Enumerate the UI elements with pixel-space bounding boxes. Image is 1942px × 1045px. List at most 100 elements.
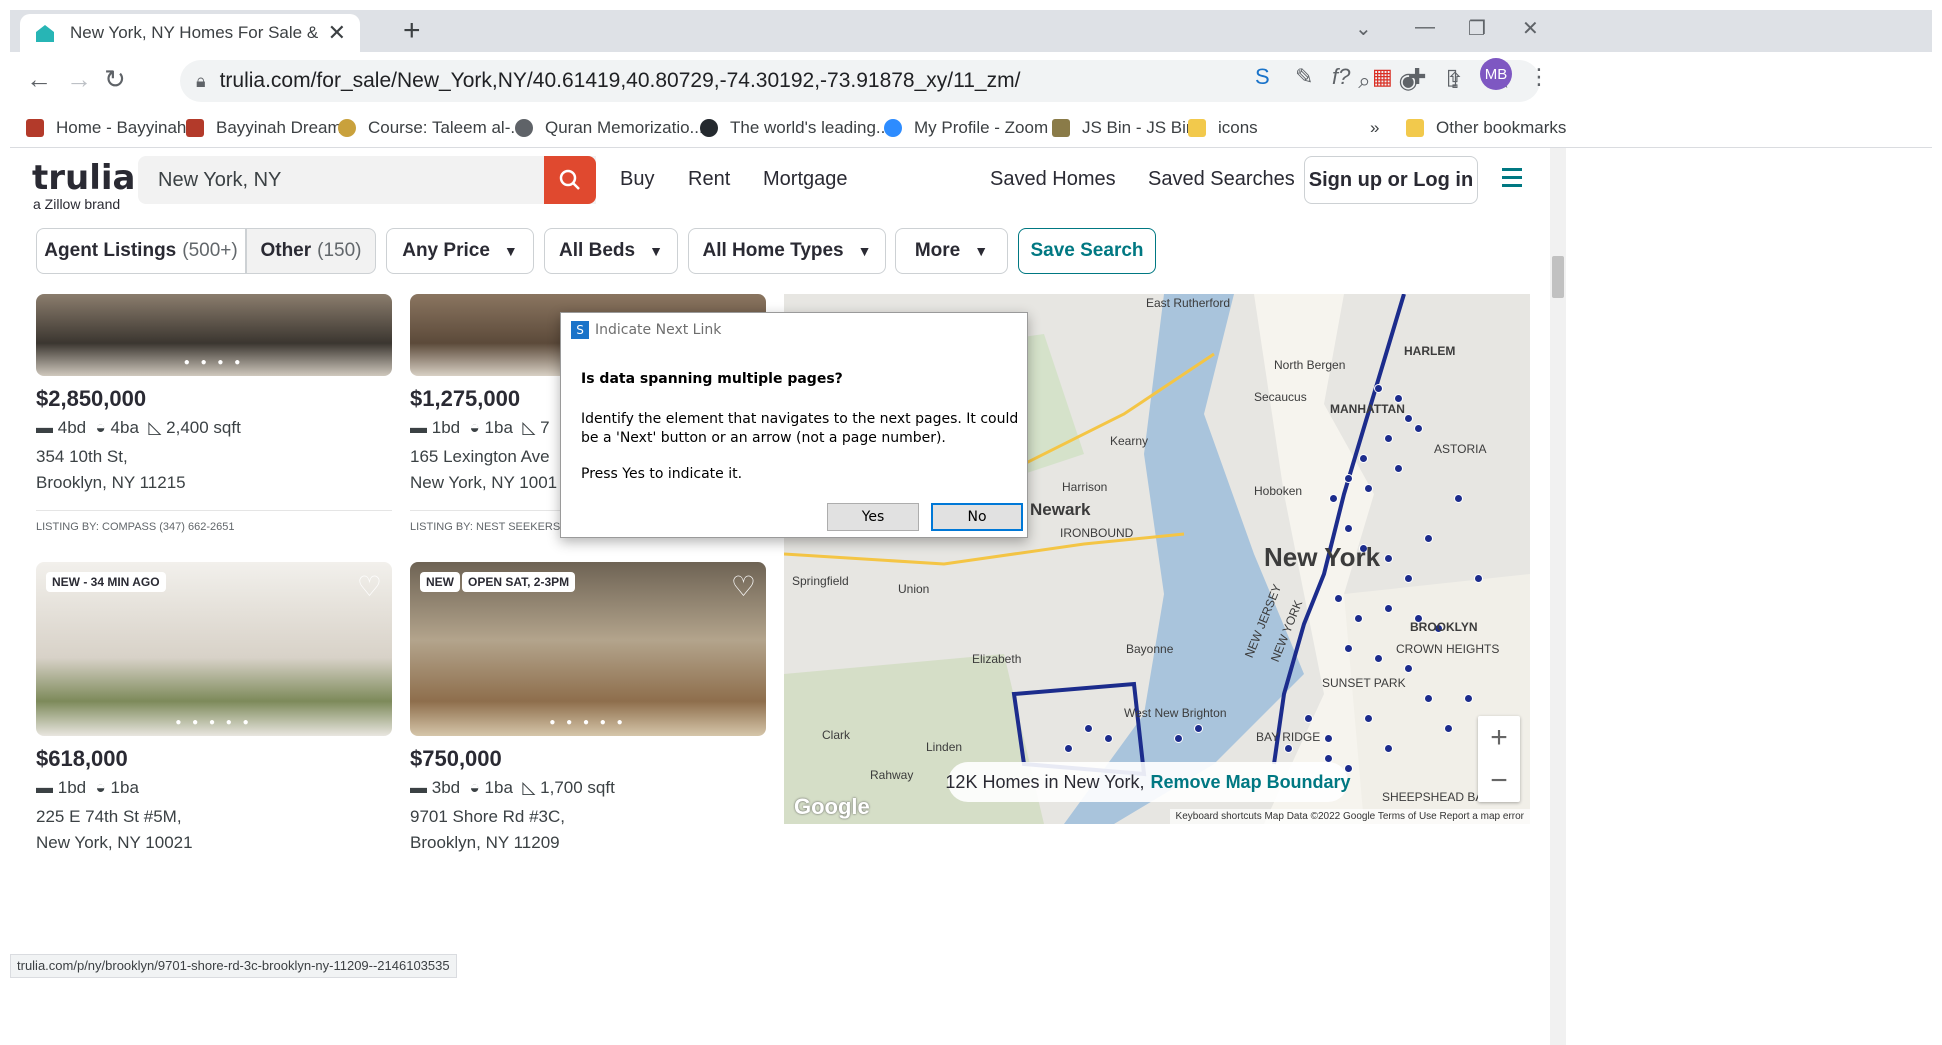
forward-icon[interactable]: → <box>66 64 92 95</box>
scrollbar-thumb[interactable] <box>1552 256 1564 298</box>
listing-marker[interactable] <box>1344 474 1353 483</box>
extension-s-icon[interactable]: S <box>1255 64 1270 90</box>
close-window-icon[interactable]: ✕ <box>1522 16 1539 41</box>
listing-marker[interactable] <box>1384 434 1393 443</box>
listing-marker[interactable] <box>1384 554 1393 563</box>
new-tab-button[interactable]: + <box>403 16 421 46</box>
listing-card[interactable]: NEW - 34 MIN AGO ♡ ● ● ● ● ● $618,000 ▬ … <box>36 562 392 856</box>
photo-dots[interactable]: ● ● ● ● <box>36 357 392 368</box>
listing-address[interactable]: 354 10th St, Brooklyn, NY 11215 <box>36 444 392 496</box>
bookmark-item[interactable]: JS Bin - JS Bin <box>1052 118 1195 138</box>
bookmark-item[interactable]: Course: Taleem al-... <box>338 118 525 138</box>
listing-card[interactable]: ● ● ● ● $2,850,000 ▬ 4bd ◒ 4ba ◺ 2,400 s… <box>36 294 392 533</box>
menu-dots-icon[interactable]: ⋮ <box>1528 64 1550 90</box>
listing-marker[interactable] <box>1454 494 1463 503</box>
bookmark-item[interactable]: Quran Memorizatio... <box>515 118 704 138</box>
profile-avatar[interactable]: MB <box>1480 58 1512 90</box>
nav-saved-searches[interactable]: Saved Searches <box>1148 168 1295 191</box>
listing-photo[interactable]: NEW OPEN SAT, 2-3PM ♡ ● ● ● ● ● <box>410 562 766 736</box>
listing-marker[interactable] <box>1404 574 1413 583</box>
listing-marker[interactable] <box>1284 744 1293 753</box>
listing-marker[interactable] <box>1364 714 1373 723</box>
lock-icon[interactable]: 🔒︎ <box>196 71 206 92</box>
listing-marker[interactable] <box>1474 574 1483 583</box>
listing-marker[interactable] <box>1364 484 1373 493</box>
page-scrollbar[interactable] <box>1550 148 1566 1045</box>
listing-marker[interactable] <box>1404 664 1413 673</box>
agent-listings-tab[interactable]: Agent Listings (500+) <box>36 228 246 274</box>
bookmark-item[interactable]: My Profile - Zoom <box>884 118 1048 138</box>
photo-dots[interactable]: ● ● ● ● ● <box>410 717 766 728</box>
sign-up-button[interactable]: Sign up or Log in <box>1304 156 1478 204</box>
bookmarks-overflow-button[interactable]: » <box>1370 118 1379 138</box>
nav-rent[interactable]: Rent <box>688 168 730 191</box>
listing-marker[interactable] <box>1329 494 1338 503</box>
zoom-out-button[interactable]: − <box>1478 759 1520 802</box>
bookmark-item[interactable]: Bayyinah Dream <box>186 118 342 138</box>
listing-address[interactable]: 225 E 74th St #5M, New York, NY 10021 <box>36 804 392 856</box>
zoom-in-button[interactable]: + <box>1478 716 1520 759</box>
listing-marker[interactable] <box>1344 644 1353 653</box>
more-filter[interactable]: More ▼ <box>895 228 1008 274</box>
bookmark-item[interactable]: icons <box>1188 118 1258 138</box>
listing-photo[interactable]: ● ● ● ● <box>36 294 392 376</box>
home-types-filter[interactable]: All Home Types ▼ <box>688 228 886 274</box>
zoom-icon[interactable]: ⌕ <box>1358 68 1370 94</box>
trulia-logo[interactable]: trulia <box>32 158 135 198</box>
bookmark-item[interactable]: Home - Bayyinah <box>26 118 186 138</box>
listing-marker[interactable] <box>1174 734 1183 743</box>
listing-address[interactable]: 9701 Shore Rd #3C, Brooklyn, NY 11209 <box>410 804 766 856</box>
close-tab-icon[interactable]: ✕ <box>328 20 346 46</box>
extension-fx-icon[interactable]: f? <box>1332 64 1350 90</box>
search-button[interactable] <box>544 156 596 204</box>
listing-marker[interactable] <box>1414 424 1423 433</box>
tab-search-icon[interactable]: ⌄ <box>1355 16 1372 41</box>
restore-icon[interactable]: ❐ <box>1468 16 1486 41</box>
listing-marker[interactable] <box>1354 614 1363 623</box>
listing-marker[interactable] <box>1304 714 1313 723</box>
heart-icon[interactable]: ♡ <box>357 570 382 603</box>
heart-icon[interactable]: ♡ <box>731 570 756 603</box>
map-footer[interactable]: Keyboard shortcuts Map Data ©2022 Google… <box>1169 809 1530 824</box>
listing-marker[interactable] <box>1084 724 1093 733</box>
reload-icon[interactable]: ↻ <box>104 64 126 95</box>
hamburger-menu-icon[interactable] <box>1502 168 1522 192</box>
listing-marker[interactable] <box>1334 594 1343 603</box>
listing-marker[interactable] <box>1344 524 1353 533</box>
listing-marker[interactable] <box>1404 414 1413 423</box>
bookmark-item[interactable]: The world's leading... <box>700 118 890 138</box>
listing-marker[interactable] <box>1424 534 1433 543</box>
listing-marker[interactable] <box>1374 654 1383 663</box>
photo-dots[interactable]: ● ● ● ● ● <box>36 717 392 728</box>
extension-pen-icon[interactable]: ✎ <box>1295 64 1313 90</box>
minimize-icon[interactable]: — <box>1415 16 1435 39</box>
save-search-button[interactable]: Save Search <box>1018 228 1156 274</box>
nav-saved-homes[interactable]: Saved Homes <box>990 168 1116 191</box>
listing-marker[interactable] <box>1064 744 1073 753</box>
listing-marker[interactable] <box>1194 724 1203 733</box>
yes-button[interactable]: Yes <box>827 503 919 531</box>
price-filter[interactable]: Any Price ▼ <box>386 228 534 274</box>
other-listings-tab[interactable]: Other (150) <box>246 228 376 274</box>
remove-boundary-link[interactable]: Remove Map Boundary <box>1151 772 1351 793</box>
listing-photo[interactable]: NEW - 34 MIN AGO ♡ ● ● ● ● ● <box>36 562 392 736</box>
nav-buy[interactable]: Buy <box>620 168 654 191</box>
listing-marker[interactable] <box>1444 724 1453 733</box>
listing-marker[interactable] <box>1384 604 1393 613</box>
listing-card[interactable]: NEW OPEN SAT, 2-3PM ♡ ● ● ● ● ● $750,000… <box>410 562 766 856</box>
extension-badge-icon[interactable]: ▦ <box>1372 64 1393 90</box>
listing-marker[interactable] <box>1374 384 1383 393</box>
listing-marker[interactable] <box>1464 694 1473 703</box>
extensions-puzzle-icon[interactable]: ✚ <box>1408 64 1426 90</box>
search-input[interactable]: New York, NY <box>138 156 596 204</box>
listing-marker[interactable] <box>1424 694 1433 703</box>
beds-filter[interactable]: All Beds ▼ <box>544 228 678 274</box>
nav-mortgage[interactable]: Mortgage <box>763 168 848 191</box>
listing-marker[interactable] <box>1384 744 1393 753</box>
listing-marker[interactable] <box>1104 734 1113 743</box>
back-icon[interactable]: ← <box>26 64 52 95</box>
listing-marker[interactable] <box>1394 464 1403 473</box>
no-button[interactable]: No <box>931 503 1023 531</box>
other-bookmarks[interactable]: Other bookmarks <box>1406 118 1566 138</box>
side-panel-icon[interactable]: ▯ <box>1446 64 1458 90</box>
